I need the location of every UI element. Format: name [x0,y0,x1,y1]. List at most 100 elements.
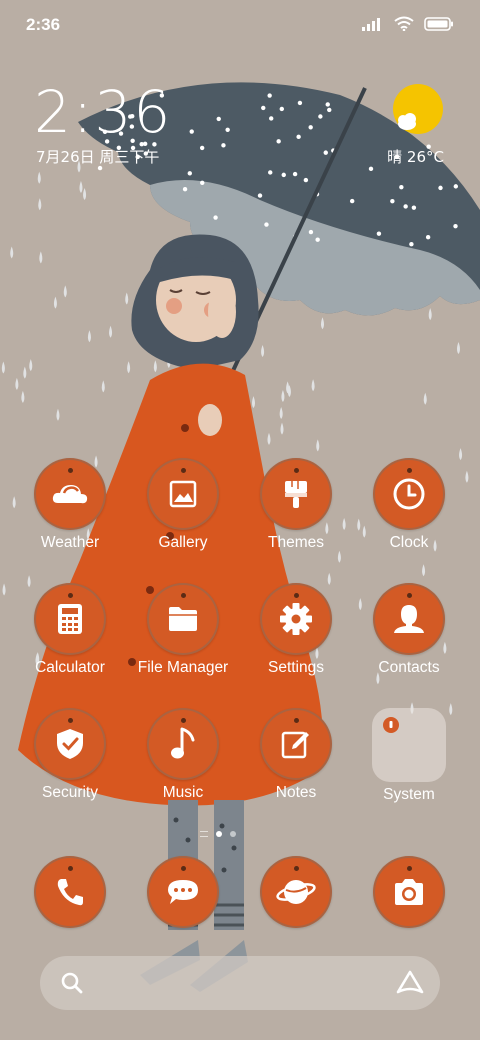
umbrella-dot [257,193,263,198]
umbrella-dot [268,170,273,175]
app-icon [34,708,106,780]
search-icon[interactable] [60,971,84,995]
app-file-manager[interactable]: File Manager [127,583,239,677]
umbrella-dot [297,100,303,106]
umbrella-dot [267,93,272,98]
umbrella-dot [425,234,431,240]
phone-icon [57,879,83,906]
battery-icon [424,16,453,31]
umbrella-dot [296,134,301,140]
app-label: Clock [389,534,429,551]
page-indicator-menu [200,831,208,837]
person-icon [394,605,424,633]
gallery-icon [169,480,197,508]
app-icon [260,583,332,655]
umbrella-dot [303,177,309,183]
folder-icon [169,607,197,631]
dock-camera[interactable] [353,856,465,928]
weather-icon [52,485,88,504]
umbrella-dot [411,205,417,210]
umbrella-dot [292,171,298,177]
page-dot-active [216,831,222,837]
umbrella-dot [323,150,328,155]
umbrella-dot [409,242,414,247]
calculator-icon [58,604,82,634]
umbrella-dot [281,172,286,178]
app-security[interactable]: Security [14,708,126,802]
app-settings[interactable]: Settings [240,583,352,677]
umbrella-dot [453,184,459,189]
search-bar[interactable] [40,956,440,1010]
app-gallery[interactable]: Gallery [127,458,239,552]
app-label: Security [42,784,98,801]
umbrella-dot [279,106,284,112]
dock-phone[interactable] [14,856,126,928]
sun-cloud-icon[interactable] [390,82,446,138]
app-icon [147,856,219,928]
umbrella-dot [308,125,313,130]
app-icon [260,708,332,780]
app-label: Music [162,784,204,801]
mini-app-icon [383,717,399,733]
page-dot [230,831,236,837]
umbrella-dot [199,145,205,151]
app-label: System [383,786,435,803]
umbrella-dot [368,166,374,172]
umbrella-dot [182,186,188,192]
gear-icon [280,603,312,635]
app-clock[interactable]: Clock [353,458,465,552]
app-weather[interactable]: Weather [14,458,126,552]
wifi-icon [394,16,414,31]
umbrella-dot [221,143,226,148]
umbrella-dot [315,237,320,242]
umbrella-dot [308,229,314,235]
dock-browser[interactable] [240,856,352,928]
app-label: Notes [275,784,317,801]
umbrella-dot [349,198,355,204]
pencil-icon [281,731,309,759]
app-notes[interactable]: Notes [240,708,352,802]
shield-icon [57,729,83,759]
clock-widget-time[interactable]: 2:36 [34,78,172,146]
app-calculator[interactable]: Calculator [14,583,126,677]
camera-icon [395,879,423,905]
app-label: Contacts [378,659,440,676]
app-label: Themes [268,534,324,551]
browser-icon [276,880,316,904]
umbrella-dot [438,185,443,191]
brush-icon [285,481,307,508]
message-icon [168,880,198,904]
signal-icon [362,17,380,31]
app-icon [147,583,219,655]
clock-widget-date: 7月26日 周三下午 [36,148,160,166]
umbrella-dot [276,139,281,144]
app-icon [147,458,219,530]
assistant-icon[interactable] [396,970,424,996]
app-music[interactable]: Music [127,708,239,802]
app-label: Calculator [35,659,105,676]
umbrella-dot [269,116,274,121]
umbrella-dot [376,231,382,236]
app-icon [34,856,106,928]
home-screen: 2:36 2:36 7月26日 周三下午 晴 26°C Weather Gall… [0,0,480,1040]
app-themes[interactable]: Themes [240,458,352,552]
umbrella-dot [453,223,458,229]
page-indicator[interactable] [200,831,236,837]
app-icon [260,458,332,530]
app-folder-system[interactable]: System [353,708,465,804]
umbrella-dot [200,180,205,186]
umbrella-dot [213,215,218,220]
umbrella-dot [403,204,408,209]
umbrella-dot [216,116,221,122]
app-icon [34,583,106,655]
umbrella-dot [264,222,269,227]
app-label: File Manager [137,659,229,676]
app-icon [373,856,445,928]
music-note-icon [171,727,195,759]
app-icon [373,583,445,655]
app-contacts[interactable]: Contacts [353,583,465,677]
umbrella-dot [390,198,395,204]
app-icon [147,708,219,780]
umbrella-dot [261,105,266,111]
dock-messages[interactable] [127,856,239,928]
